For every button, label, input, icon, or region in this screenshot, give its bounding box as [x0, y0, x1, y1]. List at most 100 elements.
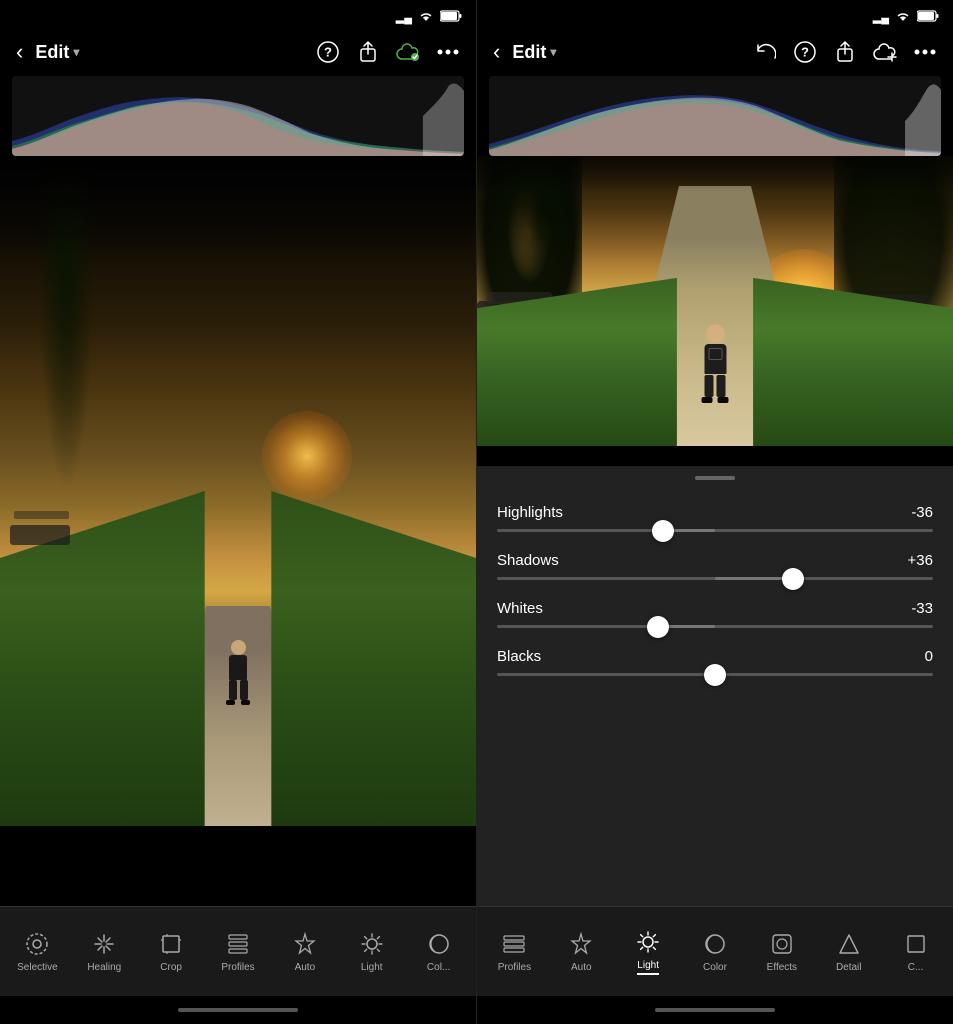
top-bar-left: ‹ Edit ▾ ?	[0, 28, 476, 76]
toolbar-light-right[interactable]: Light	[615, 920, 682, 983]
bottom-toolbar-right: Profiles Auto Light Color Effects	[477, 906, 953, 996]
selective-label: Selective	[17, 962, 58, 973]
bottom-toolbar-left: Selective Healing Crop Profiles Auto	[0, 906, 476, 996]
effects-label-right: Effects	[767, 962, 797, 973]
whites-track[interactable]	[497, 625, 933, 628]
shadows-label: Shadows	[497, 552, 559, 569]
toolbar-crop[interactable]: Crop	[138, 922, 205, 981]
toolbar-effects-right[interactable]: Effects	[748, 922, 815, 981]
blacks-value: 0	[925, 648, 933, 665]
handle-bar	[695, 476, 735, 480]
help-button-left[interactable]: ?	[312, 36, 344, 68]
whites-row: Whites -33	[497, 600, 933, 628]
back-button-left[interactable]: ‹	[12, 35, 27, 69]
highlights-value: -36	[911, 504, 933, 521]
detail-icon-right	[835, 930, 863, 958]
light-icon-right	[634, 928, 662, 956]
auto-label-right: Auto	[571, 962, 592, 973]
effects-icon-right	[768, 930, 796, 958]
histogram-right	[489, 76, 941, 156]
crop-icon	[157, 930, 185, 958]
profiles-icon-right	[500, 930, 528, 958]
whites-label: Whites	[497, 600, 543, 617]
undo-button-right[interactable]	[749, 36, 781, 68]
toolbar-profiles-right[interactable]: Profiles	[481, 922, 548, 981]
light-icon-left	[358, 930, 386, 958]
toolbar-detail-right[interactable]: Detail	[815, 922, 882, 981]
crop-label: Crop	[160, 962, 182, 973]
blacks-thumb[interactable]	[704, 664, 726, 686]
color-icon-left	[425, 930, 453, 958]
light-label-left: Light	[361, 962, 383, 973]
cloud-add-button-right[interactable]	[869, 36, 901, 68]
wifi-icon-left	[418, 10, 434, 25]
detail-label-right: Detail	[836, 962, 862, 973]
wifi-icon-right	[895, 10, 911, 25]
more-button-right[interactable]	[909, 36, 941, 68]
blacks-label: Blacks	[497, 648, 541, 665]
toolbar-light-left[interactable]: Light	[338, 922, 405, 981]
toolbar-profiles-left[interactable]: Profiles	[205, 922, 272, 981]
share-button-right[interactable]	[829, 36, 861, 68]
status-bar-right: ▂▄	[477, 0, 953, 28]
selective-icon	[23, 930, 51, 958]
panel-handle[interactable]	[477, 466, 953, 488]
photo-area-right	[477, 156, 953, 446]
shadows-thumb[interactable]	[782, 568, 804, 590]
highlights-track[interactable]	[497, 529, 933, 532]
spacer-right	[477, 446, 953, 466]
svg-text:?: ?	[324, 45, 332, 60]
crop2-label-right: C...	[908, 962, 924, 973]
svg-text:?: ?	[801, 45, 809, 60]
highlights-row: Highlights -36	[497, 504, 933, 532]
below-photo-left	[0, 826, 476, 906]
home-bar-right	[655, 1008, 775, 1012]
right-panel: ▂▄ ‹ Edit ▾ ?	[476, 0, 953, 1024]
auto-label-left: Auto	[295, 962, 316, 973]
healing-label: Healing	[87, 962, 121, 973]
crop2-icon-right	[902, 930, 930, 958]
help-button-right[interactable]: ?	[789, 36, 821, 68]
whites-thumb[interactable]	[647, 616, 669, 638]
toolbar-color-left[interactable]: Col...	[405, 922, 472, 981]
edit-title-right: Edit ▾	[512, 42, 556, 63]
shadows-row: Shadows +36	[497, 552, 933, 580]
status-bar-left: ▂▄	[0, 0, 476, 28]
highlights-thumb[interactable]	[652, 520, 674, 542]
toolbar-auto-left[interactable]: Auto	[271, 922, 338, 981]
light-label-right: Light	[637, 960, 659, 975]
profiles-label-right: Profiles	[498, 962, 531, 973]
cloud-button-left[interactable]	[392, 36, 424, 68]
color-icon-right	[701, 930, 729, 958]
auto-icon-right	[567, 930, 595, 958]
toolbar-selective[interactable]: Selective	[4, 922, 71, 981]
home-indicator-right	[477, 996, 953, 1024]
toolbar-auto-right[interactable]: Auto	[548, 922, 615, 981]
toolbar-crop2-right[interactable]: C...	[882, 922, 949, 981]
profiles-icon-left	[224, 930, 252, 958]
share-button-left[interactable]	[352, 36, 384, 68]
home-indicator-left	[0, 996, 476, 1024]
color-label-left: Col...	[427, 962, 450, 973]
battery-icon-right	[917, 10, 939, 25]
chevron-icon-left: ▾	[73, 45, 79, 59]
histogram-left	[12, 76, 464, 156]
photo-area-left	[0, 156, 476, 826]
home-bar-left	[178, 1008, 298, 1012]
signal-icon-right: ▂▄	[873, 11, 889, 24]
top-bar-right: ‹ Edit ▾ ?	[477, 28, 953, 76]
toolbar-color-right[interactable]: Color	[682, 922, 749, 981]
left-panel: ▂▄ ‹ Edit ▾ ?	[0, 0, 476, 1024]
battery-icon-left	[440, 10, 462, 25]
more-button-left[interactable]	[432, 36, 464, 68]
healing-icon	[90, 930, 118, 958]
shadows-track[interactable]	[497, 577, 933, 580]
toolbar-healing[interactable]: Healing	[71, 922, 138, 981]
back-button-right[interactable]: ‹	[489, 35, 504, 69]
highlights-label: Highlights	[497, 504, 563, 521]
edit-title-left: Edit ▾	[35, 42, 79, 63]
signal-icon-left: ▂▄	[396, 11, 412, 24]
blacks-row: Blacks 0	[497, 648, 933, 676]
blacks-track[interactable]	[497, 673, 933, 676]
auto-icon-left	[291, 930, 319, 958]
